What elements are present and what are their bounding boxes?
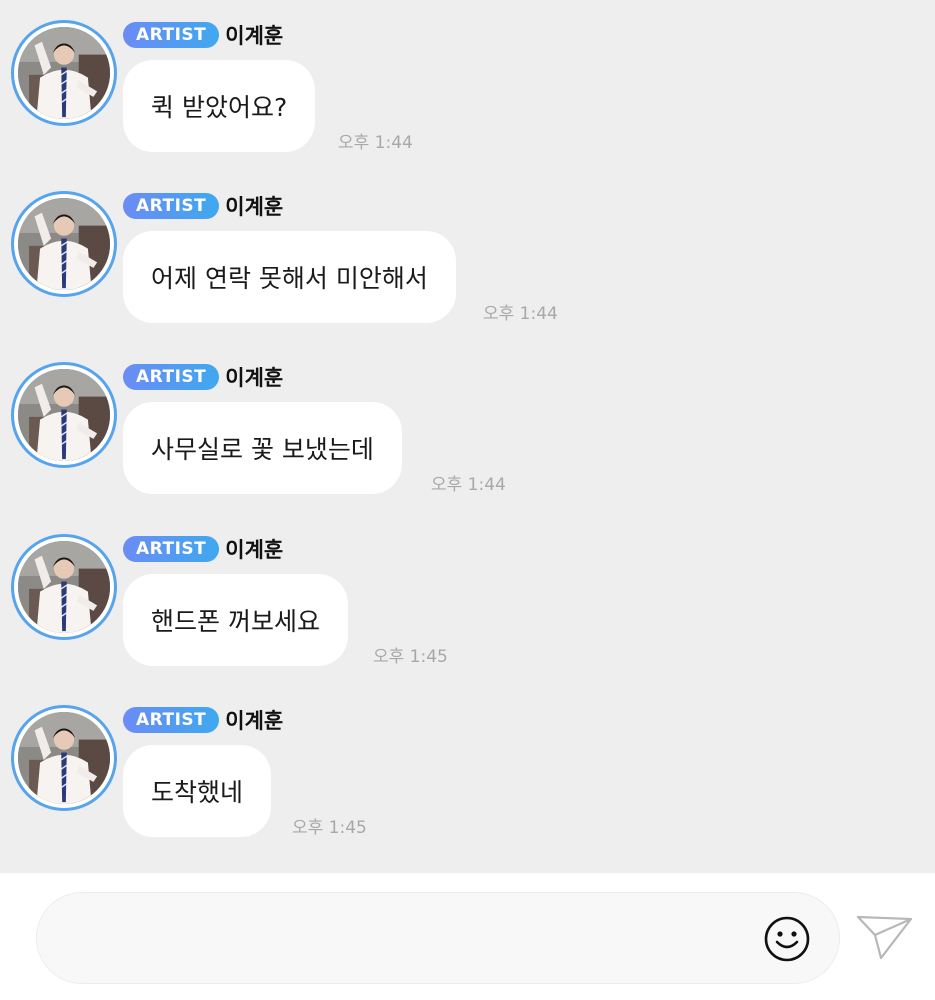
message-timestamp: 오후 1:44 <box>338 133 413 153</box>
artist-badge: ARTIST <box>123 22 220 48</box>
sender-line: ARTIST 이계훈 <box>123 192 283 220</box>
message-bubble[interactable]: 사무실로 꽃 보냈는데 <box>123 402 402 494</box>
message-timestamp: 오후 1:44 <box>431 475 506 495</box>
message-timestamp: 오후 1:45 <box>373 647 448 667</box>
artist-avatar[interactable] <box>11 705 117 811</box>
message-composer <box>0 873 935 1000</box>
avatar-photo <box>18 198 110 290</box>
artist-avatar[interactable] <box>11 362 117 468</box>
chat-message-list[interactable]: ARTIST 이계훈 퀵 받았어요? 오후 1:44 ARTIST 이계훈 어제… <box>0 0 935 873</box>
artist-badge: ARTIST <box>123 536 220 562</box>
sender-name[interactable]: 이계훈 <box>225 705 283 735</box>
message-timestamp: 오후 1:45 <box>292 818 367 838</box>
artist-avatar[interactable] <box>11 191 117 297</box>
artist-avatar[interactable] <box>11 20 117 126</box>
paper-plane-icon[interactable] <box>855 913 915 963</box>
sender-line: ARTIST 이계훈 <box>123 535 283 563</box>
avatar-photo <box>18 541 110 633</box>
sender-name[interactable]: 이계훈 <box>225 20 283 50</box>
message-row: ARTIST 이계훈 어제 연락 못해서 미안해서 오후 1:44 <box>0 171 935 324</box>
artist-badge: ARTIST <box>123 707 220 733</box>
smiley-face-icon[interactable] <box>763 915 811 963</box>
sender-line: ARTIST 이계훈 <box>123 363 283 391</box>
message-bubble[interactable]: 어제 연락 못해서 미안해서 <box>123 231 456 323</box>
artist-badge: ARTIST <box>123 364 220 390</box>
message-input[interactable] <box>67 893 747 983</box>
sender-name[interactable]: 이계훈 <box>225 534 283 564</box>
artist-badge: ARTIST <box>123 193 220 219</box>
artist-avatar[interactable] <box>11 534 117 640</box>
message-row: ARTIST 이계훈 핸드폰 꺼보세요 오후 1:45 <box>0 514 935 667</box>
message-timestamp: 오후 1:44 <box>483 304 558 324</box>
message-bubble[interactable]: 도착했네 <box>123 745 272 837</box>
message-row: ARTIST 이계훈 퀵 받았어요? 오후 1:44 <box>0 0 935 153</box>
sender-name[interactable]: 이계훈 <box>225 191 283 221</box>
message-row: ARTIST 이계훈 도착했네 오후 1:45 <box>0 685 935 838</box>
sender-line: ARTIST 이계훈 <box>123 21 283 49</box>
avatar-photo <box>18 27 110 119</box>
avatar-photo <box>18 712 110 804</box>
message-bubble[interactable]: 핸드폰 꺼보세요 <box>123 574 348 666</box>
sender-line: ARTIST 이계훈 <box>123 706 283 734</box>
message-input-container[interactable] <box>36 892 840 984</box>
sender-name[interactable]: 이계훈 <box>225 362 283 392</box>
message-row: ARTIST 이계훈 사무실로 꽃 보냈는데 오후 1:44 <box>0 342 935 495</box>
message-bubble[interactable]: 퀵 받았어요? <box>123 60 316 152</box>
avatar-photo <box>18 369 110 461</box>
